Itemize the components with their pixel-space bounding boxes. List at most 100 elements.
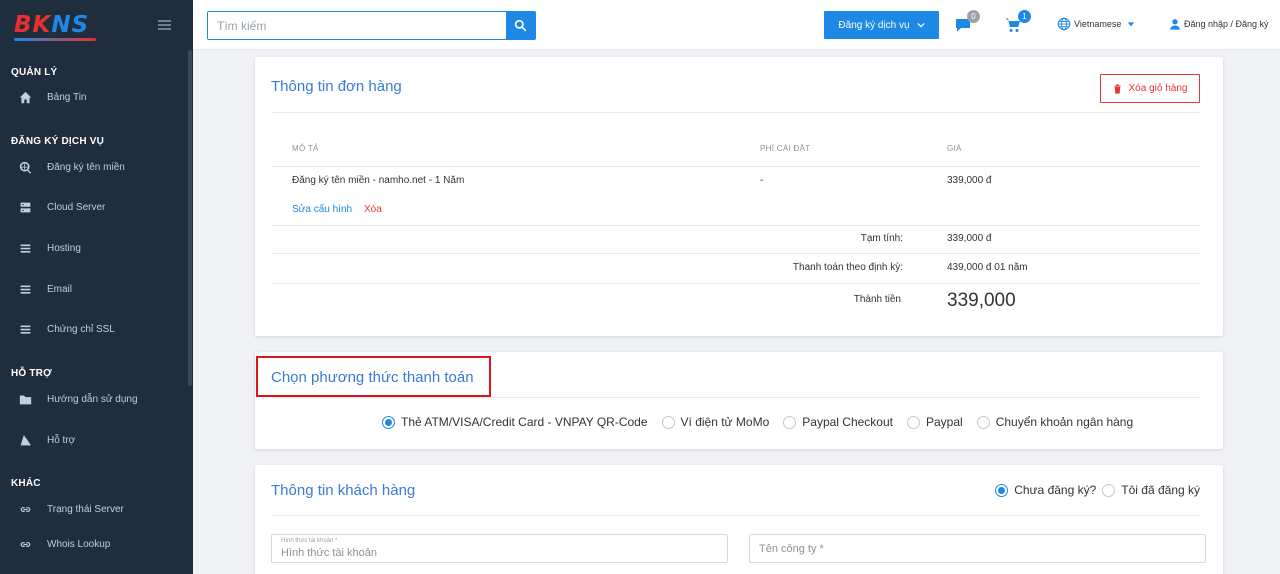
col-header-description: MÔ TẢ [292,144,319,153]
account-type-input[interactable] [281,547,719,559]
sidebar-item-label: Cloud Server [47,201,106,213]
sidebar-item-whois-lookup[interactable]: Whois Lookup [0,533,188,555]
register-service-label: Đăng ký dịch vụ [838,19,910,31]
subtotal-value: 339,000 đ [947,233,992,244]
user-icon [1170,19,1180,30]
customer-options: Chưa đăng ký? Tôi đã đăng ký [995,483,1200,497]
list-icon [18,241,32,255]
messages-button[interactable]: 0 [955,10,980,35]
radio-already-registered[interactable]: Tôi đã đăng ký [1102,483,1200,497]
radio-dot [995,483,1009,497]
radio-payment-paypal-checkout[interactable]: Paypal Checkout [783,415,893,429]
sidebar-item-chung-chi-ssl[interactable]: Chứng chỉ SSL [0,318,188,340]
clear-cart-button[interactable]: Xóa giỏ hàng [1100,74,1200,103]
subtotal-label: Tạm tính: [860,233,903,244]
item-price: 339,000 đ [947,175,992,186]
list-icon [18,282,32,296]
item-description: Đăng ký tên miền - namho.net - 1 Năm [292,175,465,186]
company-name-field[interactable] [749,534,1206,563]
bkns-logo[interactable]: BKNS [14,12,96,41]
sidebar-item-label: Hỗ trợ [47,434,76,446]
trash-icon [1113,83,1121,94]
total-label: Thành tiền [853,294,901,305]
order-info-title: Thông tin đơn hàng [271,78,402,95]
section-title-khac: KHÁC [11,478,41,489]
edit-config-link[interactable]: Sửa cấu hình [292,204,352,215]
language-label: Vietnamese [1074,19,1122,29]
radio-dot [907,415,920,429]
search-button[interactable] [506,12,535,39]
radio-dot [382,415,395,429]
radio-payment-vnpay[interactable]: Thẻ ATM/VISA/Credit Card - VNPAY QR-Code [382,415,648,429]
radio-payment-paypal[interactable]: Paypal [907,415,963,429]
sidebar-item-dang-ky-ten-mien[interactable]: Đăng ký tên miền [0,156,188,178]
payment-method-card: Chọn phương thức thanh toán Thẻ ATM/VISA… [255,352,1223,449]
divider [271,397,1201,398]
divider [271,166,1201,167]
payment-method-title: Chọn phương thức thanh toán [271,369,474,386]
search-box [207,11,536,40]
search-input[interactable] [208,12,506,39]
radio-label: Chuyển khoản ngân hàng [995,415,1134,429]
radio-label: Ví điện tử MoMo [680,415,770,429]
radio-dot [976,415,990,429]
sidebar-item-cloud-server[interactable]: Cloud Server [0,196,188,218]
sidebar-item-label: Đăng ký tên miền [47,161,125,173]
sidebar-item-hosting[interactable]: Hosting [0,237,188,259]
logo-text-ns: NS [51,12,90,38]
sidebar-item-label: Hướng dẫn sử dụng [47,393,138,405]
radio-dot [783,415,797,429]
sidebar-item-trang-thai-server[interactable]: Trạng thái Server [0,498,188,520]
delete-item-link[interactable]: Xóa [364,204,382,215]
customer-info-card: Thông tin khách hàng Chưa đăng ký? Tôi đ… [255,465,1223,574]
register-service-button[interactable]: Đăng ký dịch vụ [824,11,939,39]
radio-payment-bank-transfer[interactable]: Chuyển khoản ngân hàng [976,415,1134,429]
link-icon [18,502,32,516]
total-value: 339,000 [947,290,1016,311]
logo-text-bk: BK [14,12,52,38]
radio-label: Thẻ ATM/VISA/Credit Card - VNPAY QR-Code [401,415,648,429]
login-register-link[interactable]: Đăng nhập / Đăng ký [1169,18,1269,30]
radio-payment-momo[interactable]: Ví điện tử MoMo [661,415,770,429]
support-icon [18,433,32,447]
folder-icon [18,392,32,406]
domain-icon [18,160,32,174]
account-type-field[interactable]: Hình thức tài khoản * [271,534,728,563]
list-icon [18,322,32,336]
section-title-quan-ly: QUẢN LÝ [11,67,58,78]
divider [271,253,1201,254]
top-bar: Đăng ký dịch vụ 0 1 Vietnamese Đăng nhập… [193,0,1280,50]
radio-label: Tôi đã đăng ký [1121,483,1200,497]
sidebar-item-ho-tro[interactable]: Hỗ trợ [0,429,188,451]
language-selector[interactable]: Vietnamese [1057,17,1138,31]
sidebar-item-email[interactable]: Email [0,278,188,300]
divider [271,283,1201,284]
divider [271,225,1201,226]
chevron-down-icon [916,22,925,28]
caret-down-icon [1128,22,1135,27]
cart-button[interactable]: 1 [1005,10,1031,35]
menu-toggle-icon[interactable] [158,20,171,30]
col-header-setup-fee: PHÍ CÀI ĐẶT [760,144,811,153]
radio-not-registered[interactable]: Chưa đăng ký? [995,483,1096,497]
radio-label: Chưa đăng ký? [1014,483,1097,497]
home-icon [18,90,32,104]
messages-badge: 0 [967,10,980,23]
col-header-price: GIÁ [947,144,962,153]
divider [271,112,1201,113]
divider [271,515,1201,516]
recurring-value: 439,000 đ 01 năm [947,262,1028,273]
sidebar: BKNS QUẢN LÝ Bảng Tin ĐĂNG KÝ DỊCH VỤ Đă… [0,0,193,574]
sidebar-item-label: Whois Lookup [47,538,111,550]
radio-dot [1102,483,1116,497]
sidebar-scrollbar[interactable] [188,50,192,386]
radio-label: Paypal [926,415,963,429]
sidebar-item-label: Email [47,283,73,295]
cart-badge: 1 [1018,10,1031,23]
clear-cart-label: Xóa giỏ hàng [1128,83,1188,94]
sidebar-item-huong-dan-su-dung[interactable]: Hướng dẫn sử dụng [0,388,188,410]
company-name-input[interactable] [759,543,1197,555]
sidebar-item-bang-tin[interactable]: Bảng Tin [0,86,188,108]
section-title-ho-tro: HỖ TRỢ [11,368,52,379]
login-label: Đăng nhập / Đăng ký [1184,19,1269,29]
